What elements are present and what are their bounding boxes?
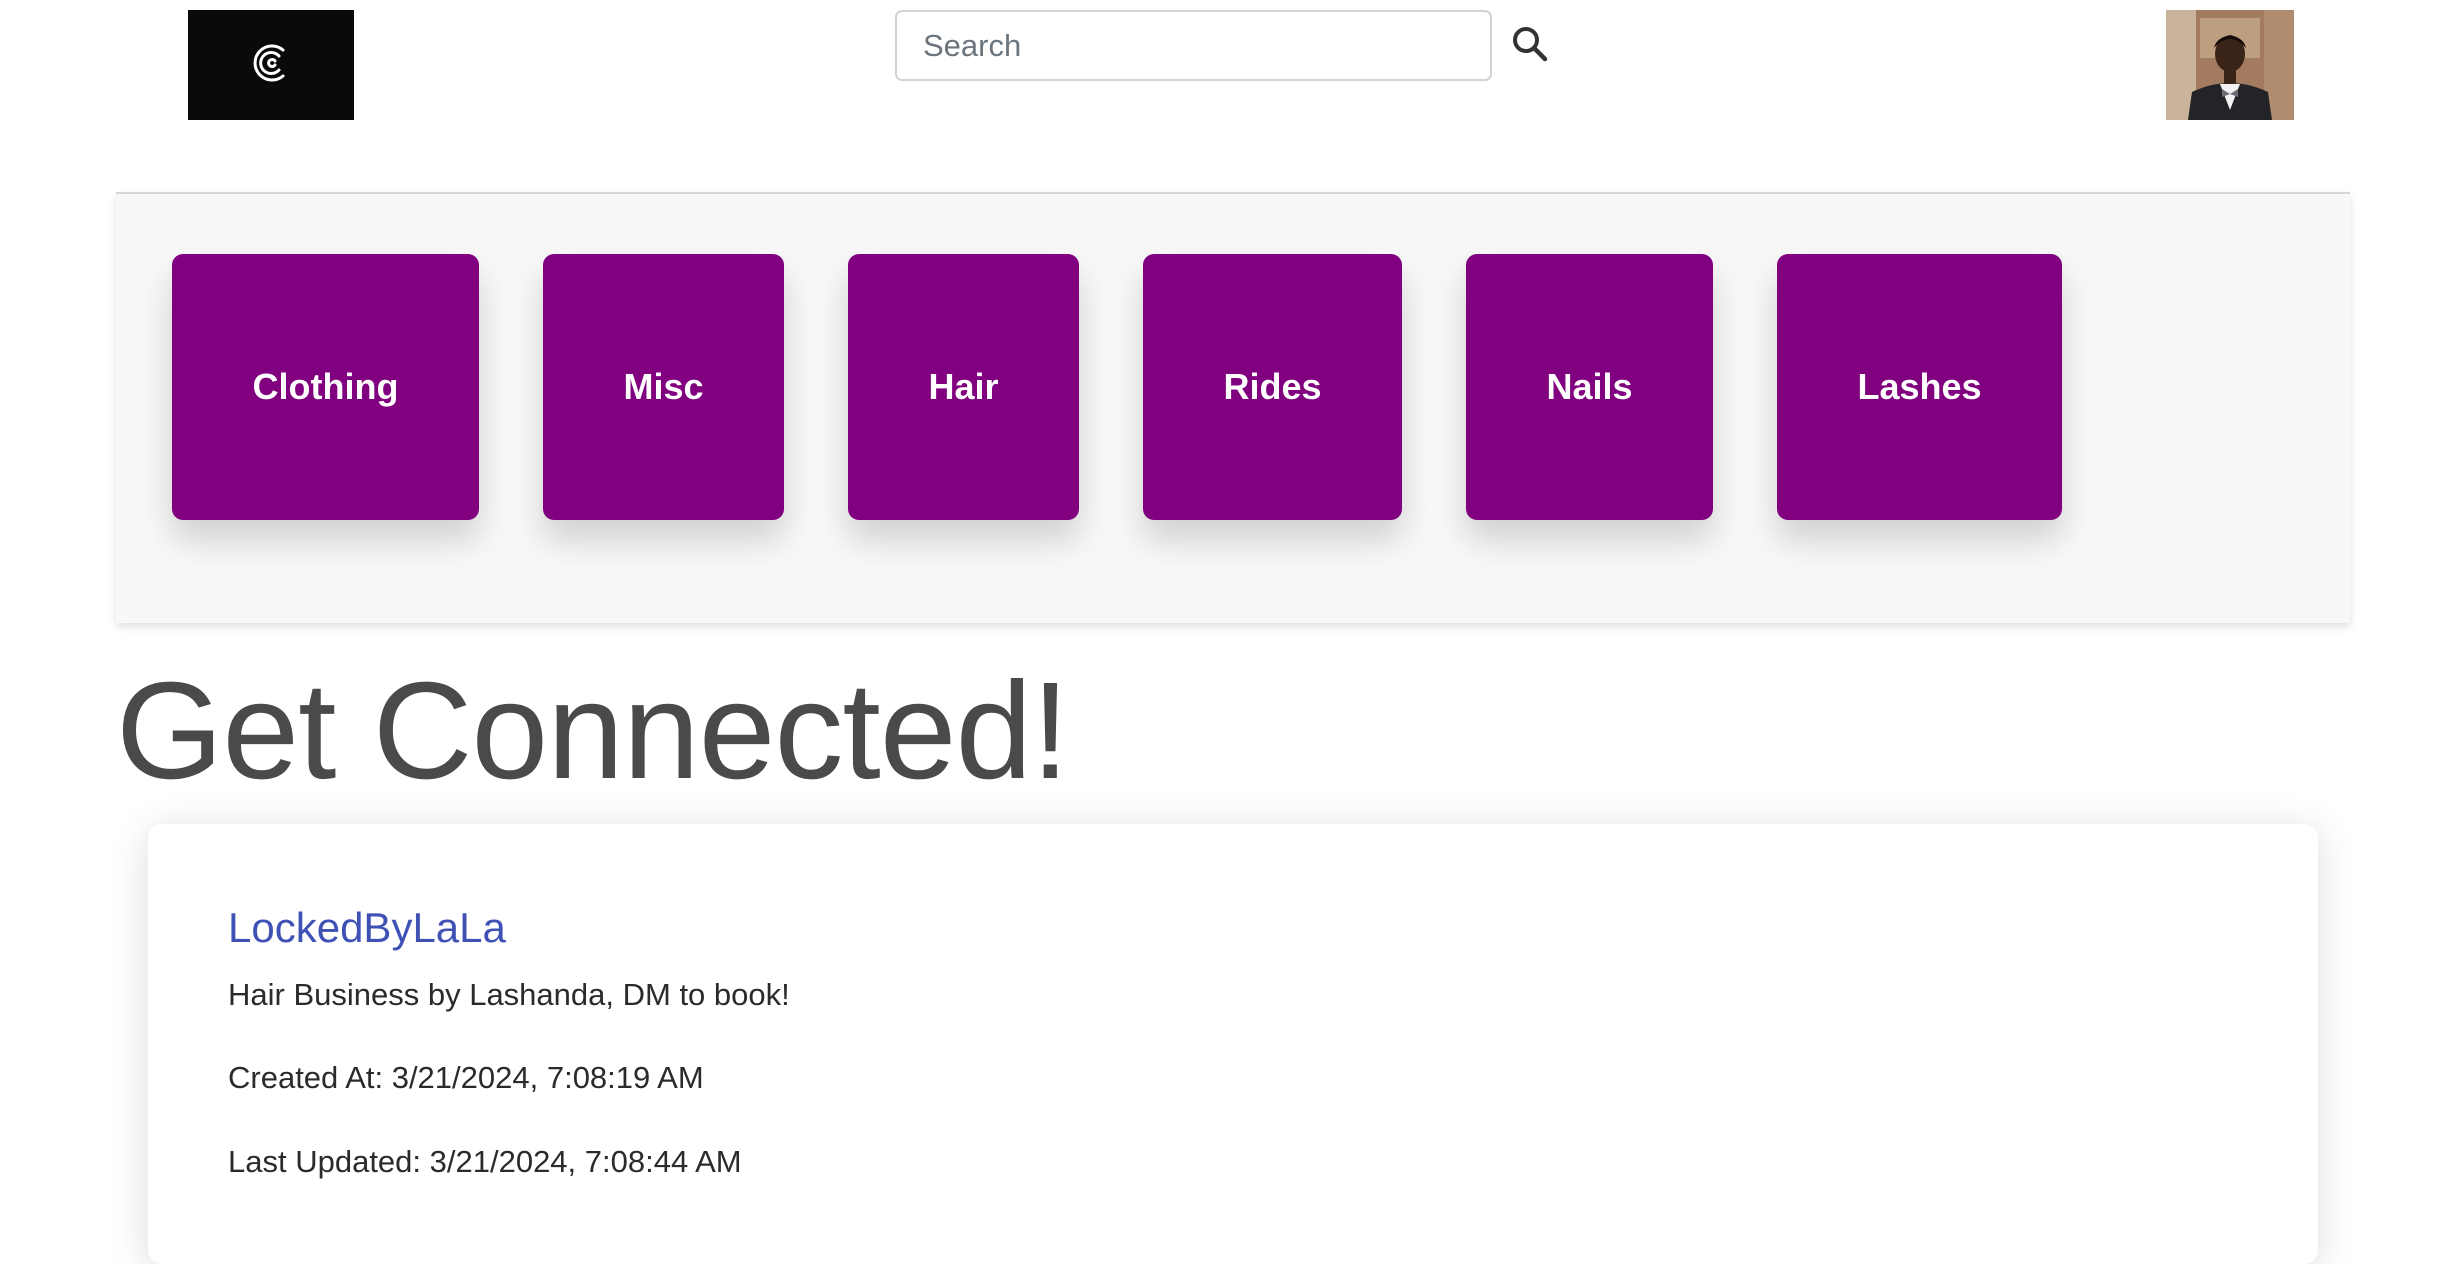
category-label: Rides <box>1223 366 1322 407</box>
user-avatar-photo <box>2166 10 2294 120</box>
category-label: Misc <box>623 366 704 407</box>
category-label: Hair <box>928 366 999 407</box>
category-hair[interactable]: Hair <box>848 254 1079 520</box>
category-rides[interactable]: Rides <box>1143 254 1402 520</box>
c-logo-icon <box>249 41 293 90</box>
search-input[interactable] <box>895 10 1492 81</box>
search-icon <box>1511 25 1549 68</box>
category-label: Clothing <box>252 366 399 407</box>
search-button[interactable] <box>1505 21 1555 71</box>
category-misc[interactable]: Misc <box>543 254 784 520</box>
category-label: Nails <box>1546 366 1633 407</box>
category-nails[interactable]: Nails <box>1466 254 1713 520</box>
category-label: Lashes <box>1857 366 1982 407</box>
category-panel: Clothing Misc Hair Rides Nails Lashes <box>116 192 2350 623</box>
logo[interactable] <box>188 10 354 120</box>
category-lashes[interactable]: Lashes <box>1777 254 2062 520</box>
category-clothing[interactable]: Clothing <box>172 254 479 520</box>
post-card: LockedByLaLa Hair Business by Lashanda, … <box>148 824 2318 1264</box>
post-last-updated: Last Updated: 3/21/2024, 7:08:44 AM <box>228 1144 742 1179</box>
post-description: Hair Business by Lashanda, DM to book! <box>228 977 790 1012</box>
avatar[interactable] <box>2166 10 2294 120</box>
post-title-link[interactable]: LockedByLaLa <box>228 904 506 952</box>
post-created-at: Created At: 3/21/2024, 7:08:19 AM <box>228 1060 704 1095</box>
page-title: Get Connected! <box>116 654 1070 808</box>
